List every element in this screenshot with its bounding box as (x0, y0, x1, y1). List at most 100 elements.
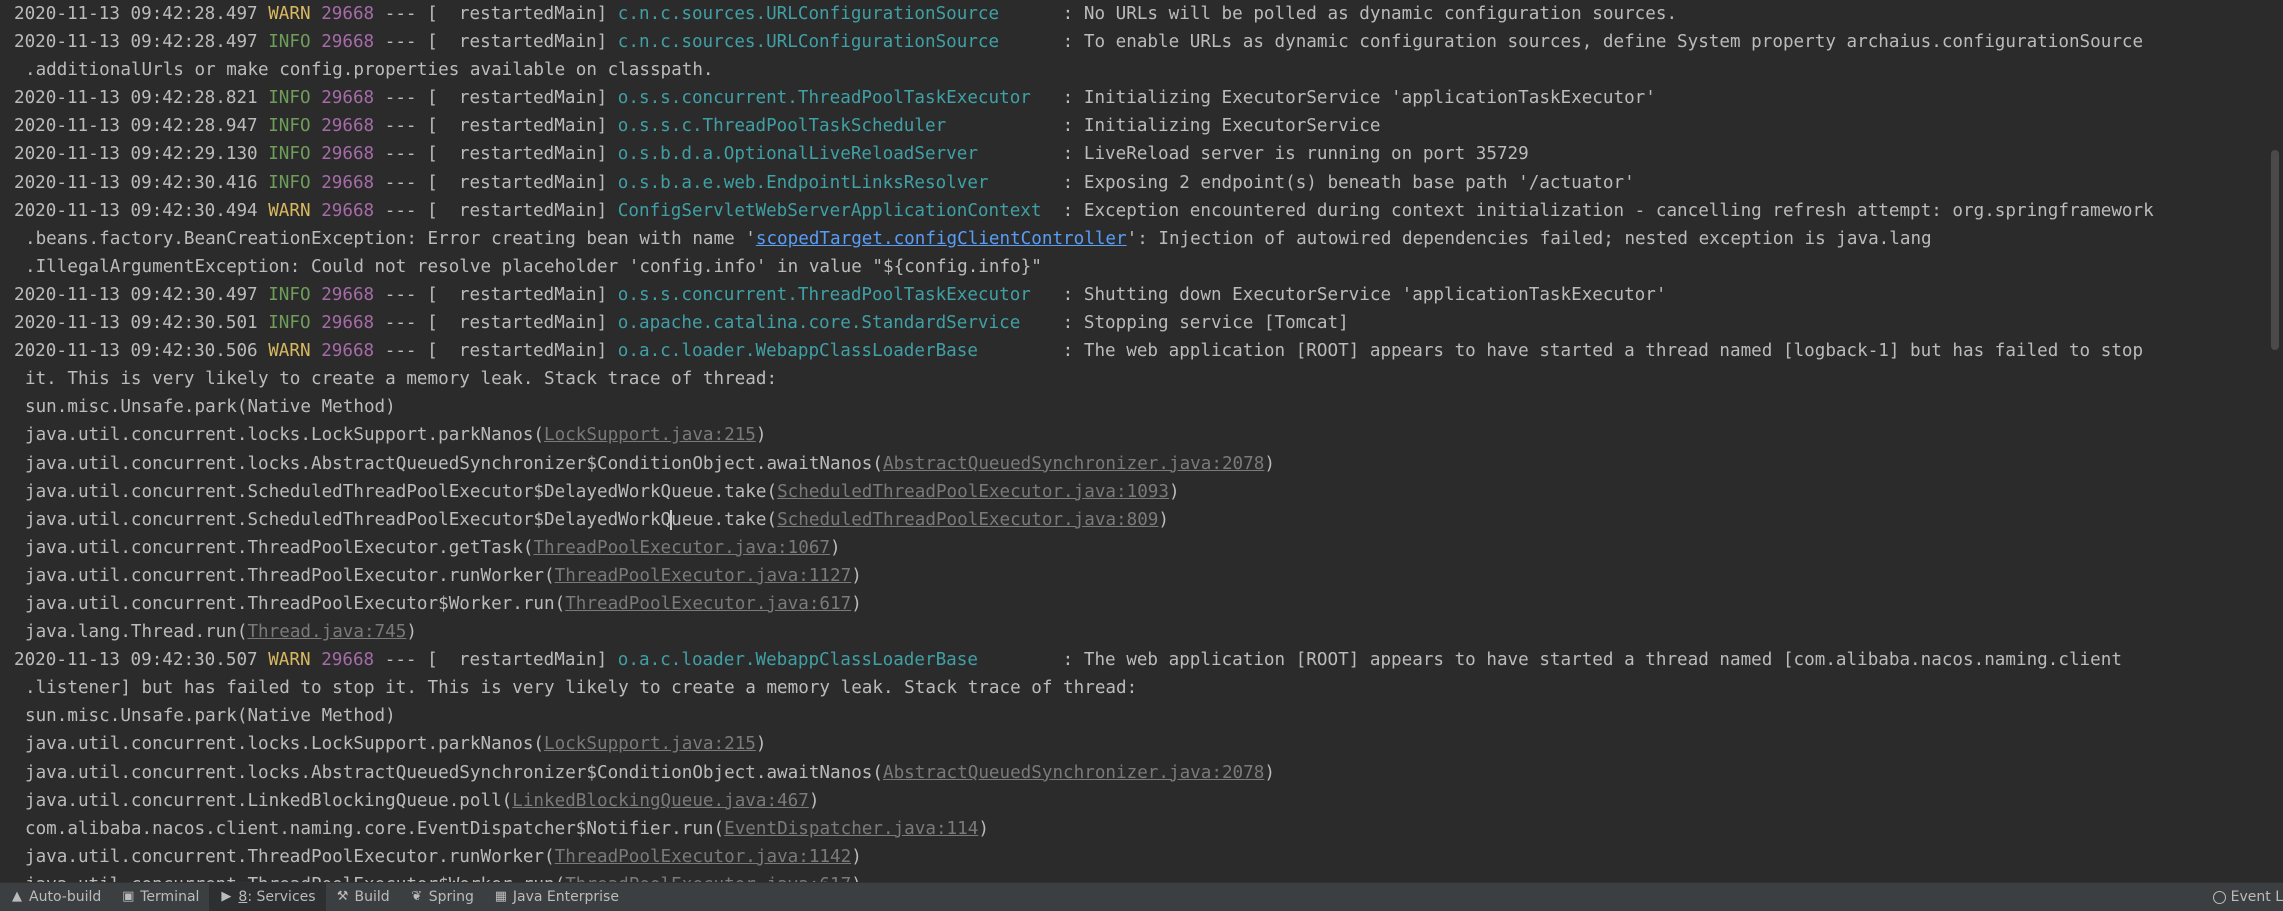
log-logger[interactable]: o.apache.catalina.core.StandardService (618, 309, 1052, 337)
tool-window-build-button[interactable]: ⚒ Build (326, 883, 400, 911)
tool-window-label-text: Java Enterprise (512, 889, 619, 905)
log-timestamp: 2020-11-13 09:42:28.947 (14, 116, 258, 137)
log-entry: 2020-11-13 09:42:28.821 INFO 29668 --- [… (0, 84, 2266, 112)
log-level: INFO (268, 284, 311, 305)
log-text: .listener] but has failed to stop it. Th… (25, 678, 1138, 699)
tool-window-services-button[interactable]: ▶ 8: Services (209, 883, 326, 911)
services-icon: ▶ (221, 889, 232, 904)
log-entry: 2020-11-13 09:42:28.947 INFO 29668 --- [… (0, 112, 2266, 140)
log-separator: --- [ (374, 313, 459, 334)
stack-method: com.alibaba.nacos.client.naming.core.Eve… (25, 818, 725, 839)
log-thread: restartedMain (458, 32, 597, 53)
stack-frame: java.util.concurrent.ScheduledThreadPool… (0, 478, 2266, 506)
log-thread: restartedMain (458, 284, 597, 305)
log-text: it. This is very likely to create a memo… (25, 369, 778, 390)
log-text: .additionalUrls or make config.propertie… (25, 60, 714, 81)
log-timestamp: 2020-11-13 09:42:30.506 (14, 341, 258, 362)
source-file-link[interactable]: AbstractQueuedSynchronizer.java:2078 (883, 454, 1264, 474)
log-logger[interactable]: o.s.s.concurrent.ThreadPoolTaskExecutor (618, 84, 1052, 112)
source-file-link[interactable]: LockSupport.java:215 (544, 425, 756, 445)
log-separator: --- [ (374, 172, 459, 193)
source-file-link[interactable]: ScheduledThreadPoolExecutor.java:809 (777, 510, 1158, 530)
bean-name-link[interactable]: scopedTarget.configClientController (756, 229, 1127, 249)
log-message: Stopping service [Tomcat] (1083, 313, 1349, 334)
log-level: INFO (268, 32, 311, 53)
log-entry: 2020-11-13 09:42:30.497 INFO 29668 --- [… (0, 281, 2266, 309)
tool-window-label-text: Terminal (140, 889, 200, 905)
source-file-link[interactable]: ThreadPoolExecutor.java:617 (565, 594, 851, 614)
stack-paren: ) (1264, 453, 1275, 474)
stack-paren: ) (755, 425, 767, 446)
source-file-link[interactable]: ScheduledThreadPoolExecutor.java:1093 (777, 482, 1169, 502)
source-file-link[interactable]: ThreadPoolExecutor.java:617 (565, 875, 851, 882)
log-logger[interactable]: o.s.b.a.e.web.EndpointLinksResolver (618, 169, 1052, 197)
log-pid: 29668 (321, 172, 375, 193)
vertical-scrollbar[interactable] (2266, 0, 2283, 882)
log-logger[interactable]: o.s.s.c.ThreadPoolTaskScheduler (618, 112, 1052, 140)
stack-paren: ) (851, 846, 862, 867)
log-entry: 2020-11-13 09:42:28.497 INFO 29668 --- [… (0, 28, 2266, 56)
log-level: INFO (268, 88, 311, 109)
stack-paren: ) (851, 565, 862, 586)
log-level: INFO (268, 144, 311, 165)
stack-method: java.util.concurrent.locks.LockSupport.p… (25, 425, 545, 446)
log-continuation: .listener] but has failed to stop it. Th… (0, 674, 2266, 702)
tool-window-label-text: Spring (428, 889, 474, 905)
log-entry: 2020-11-13 09:42:29.130 INFO 29668 --- [… (0, 140, 2266, 168)
log-timestamp: 2020-11-13 09:42:28.497 (14, 4, 258, 24)
stack-method: java.util.concurrent.ScheduledThreadPool… (25, 481, 778, 502)
stack-paren: ) (808, 790, 820, 811)
console-output[interactable]: 2020-11-13 09:42:28.497 WARN 29668 --- [… (0, 0, 2266, 882)
source-file-link[interactable]: ThreadPoolExecutor.java:1067 (533, 538, 830, 558)
log-logger[interactable]: o.a.c.loader.WebappClassLoaderBase (618, 337, 1052, 365)
stack-paren: ) (1168, 481, 1180, 502)
log-level: INFO (268, 116, 311, 137)
stack-method: java.util.concurrent.locks.LockSupport.p… (25, 734, 545, 755)
source-file-link[interactable]: ThreadPoolExecutor.java:1142 (555, 847, 852, 867)
tool-window-java-enterprise-button[interactable]: ▦ Java Enterprise (484, 883, 629, 911)
log-logger[interactable]: o.s.b.d.a.OptionalLiveReloadServer (618, 140, 1052, 168)
tool-window-label-text: : Services (247, 889, 316, 905)
log-separator: --- [ (374, 4, 459, 24)
stack-paren: ) (755, 734, 767, 755)
log-text: .IllegalArgumentException: Could not res… (25, 256, 1042, 277)
scrollbar-thumb[interactable] (2271, 150, 2279, 350)
source-file-link[interactable]: LockSupport.java:215 (544, 734, 756, 754)
log-message: No URLs will be polled as dynamic config… (1083, 4, 1678, 24)
source-file-link[interactable]: LinkedBlockingQueue.java:467 (512, 791, 809, 811)
source-file-link[interactable]: ThreadPoolExecutor.java:1127 (555, 566, 852, 586)
log-message: LiveReload server is running on port 357… (1083, 144, 1529, 165)
event-log-button[interactable]: Event L (2203, 883, 2283, 911)
hammer-up-icon: ▲ (12, 889, 22, 904)
stack-paren: ) (406, 622, 417, 643)
stack-method: ueue.take( (671, 509, 778, 530)
bottom-tool-window-bar: ▲ Auto-build ▣ Terminal ▶ 8: Services ⚒ Build ❦ S… (0, 882, 2283, 911)
log-entry: 2020-11-13 09:42:30.507 WARN 29668 --- [… (0, 646, 2266, 674)
source-file-link[interactable]: EventDispatcher.java:114 (724, 819, 978, 839)
log-thread: restartedMain (458, 144, 597, 165)
log-pid: 29668 (321, 88, 375, 109)
log-timestamp: 2020-11-13 09:42:30.497 (14, 284, 258, 305)
log-logger[interactable]: c.n.c.sources.URLConfigurationSource (618, 0, 1052, 28)
log-logger[interactable]: o.a.c.loader.WebappClassLoaderBase (618, 646, 1052, 674)
log-continuation: sun.misc.Unsafe.park(Native Method) (0, 702, 2266, 730)
tool-window-terminal-button[interactable]: ▣ Terminal (111, 883, 209, 911)
stack-method: java.util.concurrent.ThreadPoolExecutor$… (25, 875, 565, 882)
log-logger[interactable]: c.n.c.sources.URLConfigurationSource (618, 28, 1052, 56)
mnemonic-number: 8 (238, 889, 248, 905)
log-continuation: .IllegalArgumentException: Could not res… (0, 253, 2266, 281)
log-logger[interactable]: o.s.s.concurrent.ThreadPoolTaskExecutor (618, 281, 1052, 309)
log-level: INFO (268, 313, 311, 334)
log-timestamp: 2020-11-13 09:42:28.497 (14, 32, 258, 53)
tool-window-spring-button[interactable]: ❦ Spring (400, 883, 484, 911)
source-file-link[interactable]: Thread.java:745 (247, 622, 406, 642)
log-pid: 29668 (321, 4, 375, 24)
tool-window-auto-build-button[interactable]: ▲ Auto-build (0, 883, 111, 911)
source-file-link[interactable]: AbstractQueuedSynchronizer.java:2078 (883, 763, 1264, 783)
stack-paren: ) (851, 593, 862, 614)
tool-window-label: Java Enterprise (513, 889, 619, 905)
log-message: Initializing ExecutorService 'applicatio… (1083, 88, 1656, 109)
stack-frame: com.alibaba.nacos.client.naming.core.Eve… (0, 815, 2266, 843)
log-logger[interactable]: ConfigServletWebServerApplicationContext (618, 197, 1052, 225)
log-thread: restartedMain (458, 4, 597, 24)
